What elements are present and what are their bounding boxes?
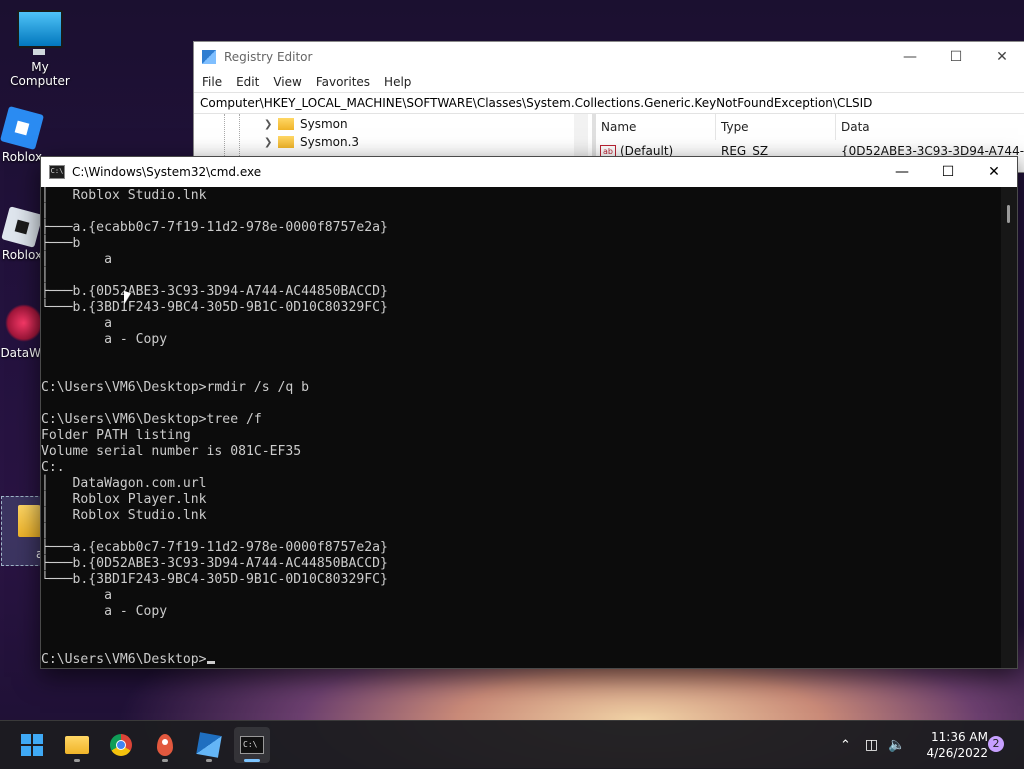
text-cursor <box>206 661 215 664</box>
console-line: ├───a.{ecabb0c7-7f19-11d2-978e-0000f8757… <box>41 540 388 555</box>
desktop-icon-label: My Computer <box>10 60 70 88</box>
console-line: │ <box>41 524 49 539</box>
console-line: │ Roblox Studio.lnk <box>41 188 207 203</box>
console-line: │ <box>41 204 49 219</box>
menu-edit[interactable]: Edit <box>236 75 259 89</box>
folder-icon <box>65 736 89 754</box>
console-line: │ Roblox Player.lnk <box>41 492 207 507</box>
console-line: ├───b <box>41 236 81 251</box>
menu-favorites[interactable]: Favorites <box>316 75 370 89</box>
folder-icon <box>278 136 294 148</box>
maximize-button[interactable]: ☐ <box>933 42 979 72</box>
menu-view[interactable]: View <box>273 75 301 89</box>
console-line: └───b.{3BD1F243-9BC4-305D-9B1C-0D10C8032… <box>41 572 388 587</box>
console-line: C:. <box>41 460 65 475</box>
roblox-icon <box>0 105 45 151</box>
window-title: C:\Windows\System32\cmd.exe <box>72 165 262 179</box>
console-line: Volume serial number is 081C-EF35 <box>41 444 302 459</box>
scrollbar-thumb[interactable] <box>1007 205 1010 223</box>
maximize-button[interactable]: ☐ <box>925 157 971 187</box>
running-indicator <box>74 759 80 762</box>
active-indicator <box>244 759 260 762</box>
windows-logo-icon <box>21 734 43 756</box>
taskbar-file-explorer[interactable] <box>59 727 95 763</box>
console-line: a - Copy <box>41 604 168 619</box>
command-prompt-line[interactable]: C:\Users\VM6\Desktop> <box>41 652 215 668</box>
chevron-up-icon[interactable]: ⌃ <box>840 738 851 753</box>
menu-file[interactable]: File <box>202 75 222 89</box>
terminal-icon: C:\ <box>240 736 264 754</box>
console-line: ├───a.{ecabb0c7-7f19-11d2-978e-0000f8757… <box>41 220 388 235</box>
console-line: a <box>41 316 112 331</box>
console-line: │ DataWagon.com.url <box>41 476 207 491</box>
taskbar-command-prompt[interactable]: C:\ <box>234 727 270 763</box>
close-button[interactable]: ✕ <box>971 157 1017 187</box>
console-line: a <box>41 588 112 603</box>
registry-title-bar[interactable]: Registry Editor — ☐ ✕ <box>194 42 1024 72</box>
column-header-type[interactable]: Type <box>716 114 836 140</box>
minimize-button[interactable]: — <box>887 42 933 72</box>
console-line: │ Roblox Studio.lnk <box>41 508 207 523</box>
start-button[interactable] <box>14 727 50 763</box>
console-line: ├───b.{0D52ABE3-3C93-3D94-A744-AC44850BA… <box>41 284 388 299</box>
console-line: Folder PATH listing <box>41 428 191 443</box>
running-indicator <box>162 759 168 762</box>
monitor-icon <box>17 10 63 55</box>
console-line: a - Copy <box>41 332 168 347</box>
map-pin-icon <box>157 734 173 756</box>
tree-item-label: Sysmon.3 <box>300 135 360 149</box>
registry-editor-window[interactable]: Registry Editor — ☐ ✕ File Edit View Fav… <box>193 41 1024 173</box>
taskbar-chrome[interactable] <box>103 727 139 763</box>
folder-icon <box>278 118 294 130</box>
console-output[interactable]: │ Roblox Studio.lnk │ ├───a.{ecabb0c7-7f19… <box>41 187 999 668</box>
tree-item-sysmon3[interactable]: ❯ Sysmon.3 <box>264 133 359 151</box>
clock-date: 4/26/2022 <box>926 746 988 760</box>
volume-icon[interactable]: 🔈 <box>888 737 905 753</box>
roblox-studio-icon <box>1 206 43 248</box>
taskbar: C:\ ⌃ ◫ 🔈 11:36 AM 4/26/2022 <box>0 720 1024 769</box>
notification-badge[interactable]: 2 <box>988 736 1004 752</box>
menu-help[interactable]: Help <box>384 75 411 89</box>
mouse-pointer-icon <box>124 290 131 308</box>
cmd-title-bar[interactable]: C:\ C:\Windows\System32\cmd.exe — ☐ ✕ <box>41 157 1017 187</box>
console-line: C:\Users\VM6\Desktop>tree /f <box>41 412 262 427</box>
console-line: ├───b.{0D52ABE3-3C93-3D94-A744-AC44850BA… <box>41 556 388 571</box>
console-line: │ a <box>41 252 112 267</box>
registry-app-icon <box>202 50 216 64</box>
cmd-window[interactable]: C:\ C:\Windows\System32\cmd.exe — ☐ ✕ │ … <box>40 156 1018 669</box>
console-line: └───b.{3BD1F243-9BC4-305D-9B1C-0D10C8032… <box>41 300 388 315</box>
clock[interactable]: 11:36 AM 4/26/2022 <box>918 729 988 761</box>
console-line: │ <box>41 268 49 283</box>
registry-icon <box>196 732 222 758</box>
cmd-app-icon: C:\ <box>49 165 65 179</box>
desktop-icon-my-computer[interactable]: My Computer <box>0 10 80 88</box>
column-header-name[interactable]: Name <box>596 114 716 140</box>
address-bar[interactable]: Computer\HKEY_LOCAL_MACHINE\SOFTWARE\Cla… <box>194 92 1024 114</box>
chevron-right-icon[interactable]: ❯ <box>264 137 278 148</box>
menu-bar: File Edit View Favorites Help <box>194 72 1024 92</box>
datawagon-icon <box>5 304 43 342</box>
cmd-scrollbar[interactable] <box>1001 187 1017 668</box>
folder-icon <box>18 505 42 537</box>
running-indicator <box>206 759 212 762</box>
system-tray: ⌃ ◫ 🔈 <box>840 721 906 769</box>
taskbar-maps[interactable] <box>147 727 183 763</box>
tree-item-label: Sysmon <box>300 117 348 131</box>
chrome-icon <box>110 734 132 756</box>
console-line: C:\Users\VM6\Desktop>rmdir /s /q b <box>41 380 310 395</box>
tree-item-sysmon[interactable]: ❯ Sysmon <box>264 115 348 133</box>
window-title: Registry Editor <box>224 50 313 64</box>
desktop-icon-folder-a[interactable]: a <box>1 496 43 566</box>
clock-time: 11:36 AM <box>931 730 988 744</box>
close-button[interactable]: ✕ <box>979 42 1024 72</box>
column-header-data[interactable]: Data <box>836 114 1024 140</box>
minimize-button[interactable]: — <box>879 157 925 187</box>
chevron-right-icon[interactable]: ❯ <box>264 119 278 130</box>
network-icon[interactable]: ◫ <box>865 737 878 753</box>
taskbar-registry-editor[interactable] <box>191 727 227 763</box>
